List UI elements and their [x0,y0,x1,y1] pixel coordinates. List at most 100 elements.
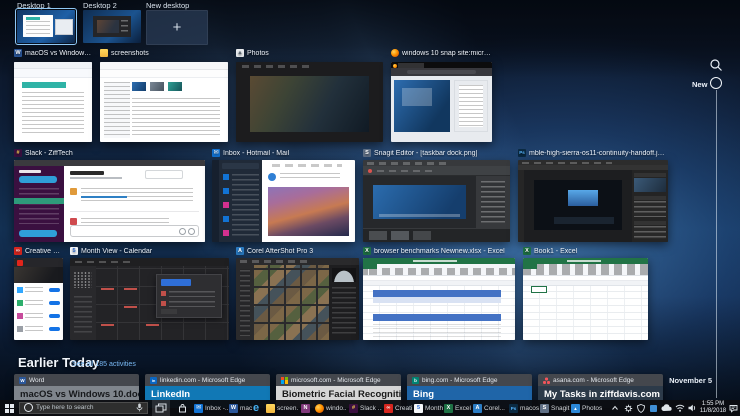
desktop-1-thumbnail[interactable] [15,8,77,45]
photoshop-layers-panel [634,226,666,239]
action-center-button[interactable] [727,400,740,416]
slack-icon: # [349,403,358,413]
cc-app-text-4 [25,326,43,332]
taskbar-app-onenote[interactable]: N [301,400,313,416]
desktop-2-thumbnail[interactable] [83,10,141,43]
window-thumb-excel-benchmarks[interactable] [363,258,515,340]
taskbar: ✉ Inbox -... W macO... e screen... N win… [0,400,740,416]
taskbar-app-file-explorer[interactable]: screen... [266,400,299,416]
snagit-tray-thumb-2 [391,231,409,240]
firefox-page-image [394,80,450,132]
window-thumb-mail[interactable] [212,160,355,242]
excel1-ribbon [363,264,515,276]
taskbar-app-slack[interactable]: # Slack ... [349,400,382,416]
snagit-tool-dots [377,169,437,172]
mail-nav-rail [212,160,219,242]
file-thumb-2 [150,82,164,91]
new-desktop-button[interactable]: + [146,10,208,45]
see-all-activities-link[interactable]: See all 185 activities [72,361,136,368]
tray-onedrive[interactable] [660,400,673,416]
slack-bottom-button [19,230,57,237]
snagit-image-dock [379,214,460,217]
photoshop-image [534,180,622,230]
calendar-popup-icon-1 [161,291,166,296]
tray-app-badge[interactable] [648,400,659,416]
window-thumb-photos[interactable] [236,62,383,142]
taskbar-app-firefox[interactable]: windo... [315,400,347,416]
taskbar-app-label: Excel [455,404,471,412]
calendar-popup-icon-2 [161,301,166,306]
taskbar-app-snagit[interactable]: S Snagit... [540,400,570,416]
snagit-tray [363,229,510,242]
taskbar-app-photoshop[interactable]: Ps macos... [509,400,539,416]
excel1-data-rows [373,324,501,338]
word-doc-text [22,92,84,136]
cc-logo [17,259,23,266]
explorer-nav-pane [100,78,134,142]
window-thumb-photoshop[interactable] [518,160,668,242]
aftershot-icon: A [236,247,244,255]
timeline-search-button[interactable] [709,58,723,77]
mail-reading-pane [262,160,355,242]
word-icon: W [229,403,238,413]
store-button[interactable] [174,400,190,416]
photoshop-document-area [524,170,632,242]
taskbar-app-edge[interactable]: e [253,400,265,416]
search-input[interactable] [36,404,133,411]
timeline-scrubber-knob[interactable] [710,77,722,89]
activity-card-linkedin-header: in linkedin.com - Microsoft Edge [145,374,270,386]
mini-doc-lines [26,21,50,35]
window-thumb-excel-book1[interactable] [523,258,648,340]
tray-network[interactable] [674,400,686,416]
slack-input-icon-2 [188,228,195,235]
window-thumb-firefox[interactable] [391,62,492,142]
activity-card-source: microsoft.com - Microsoft Edge [291,376,381,384]
start-button[interactable] [0,400,18,416]
slack-avatar-2 [70,218,77,225]
window-thumb-slack[interactable] [14,160,205,242]
tray-settings[interactable] [622,400,634,416]
snagit-icon: S [363,149,371,157]
firefox-icon [315,403,324,413]
file-thumb-3 [168,82,182,91]
window-thumb-creative-cloud[interactable] [14,258,63,340]
microphone-icon[interactable] [136,403,143,412]
snagit-image [373,185,466,219]
photoshop-panel-header-1 [634,173,666,177]
calendar-event-4 [146,324,159,326]
window-thumb-explorer[interactable] [100,62,228,142]
slack-sidebar [14,166,64,242]
window-thumb-word[interactable] [14,62,92,142]
hidden-icons-button[interactable] [609,400,621,416]
tray-security[interactable] [635,400,647,416]
taskbar-app-label: macos... [520,404,539,412]
taskbar-app-excel[interactable]: X Excel [444,400,472,416]
taskbar-search[interactable] [19,401,148,414]
photoshop-navigator [634,178,666,192]
cc-app-icon-4 [17,326,23,332]
taskbar-app-word[interactable]: W macO... [229,400,252,416]
taskbar-app-corel[interactable]: A Corel... [473,400,507,416]
photoshop-panel-header-2 [634,196,666,200]
window-thumb-aftershot[interactable] [236,258,359,340]
word-icon: W [19,376,26,384]
task-view-button[interactable] [152,400,170,416]
cc-button-4 [49,327,60,331]
aftershot-right-panel [329,265,359,340]
window-thumb-calendar[interactable] [70,258,229,340]
taskbar-app-label: Slack ... [360,404,382,412]
aftershot-folder-tree [236,265,254,340]
window-label-aftershot: A Corel AfterShot Pro 3 [236,247,314,255]
calendar-mini-month [74,272,92,288]
window-thumb-snagit[interactable] [363,160,510,242]
taskbar-app-creative-cloud[interactable]: ∞ Creati... [384,400,413,416]
taskbar-app-calendar[interactable]: 5 Month... [414,400,443,416]
timeline-rail[interactable] [716,90,717,398]
taskbar-clock[interactable]: 1:55 PM 11/8/2018 [698,400,728,416]
mail-avatar-5 [223,230,229,236]
firefox-logo-dot [393,63,397,68]
window-label-word: W macOS vs Windows 1... [14,49,92,57]
taskbar-app-photos[interactable]: ▲ Photos [571,400,603,416]
taskbar-app-mail[interactable]: ✉ Inbox -... [194,400,228,416]
tray-volume[interactable] [686,400,698,416]
